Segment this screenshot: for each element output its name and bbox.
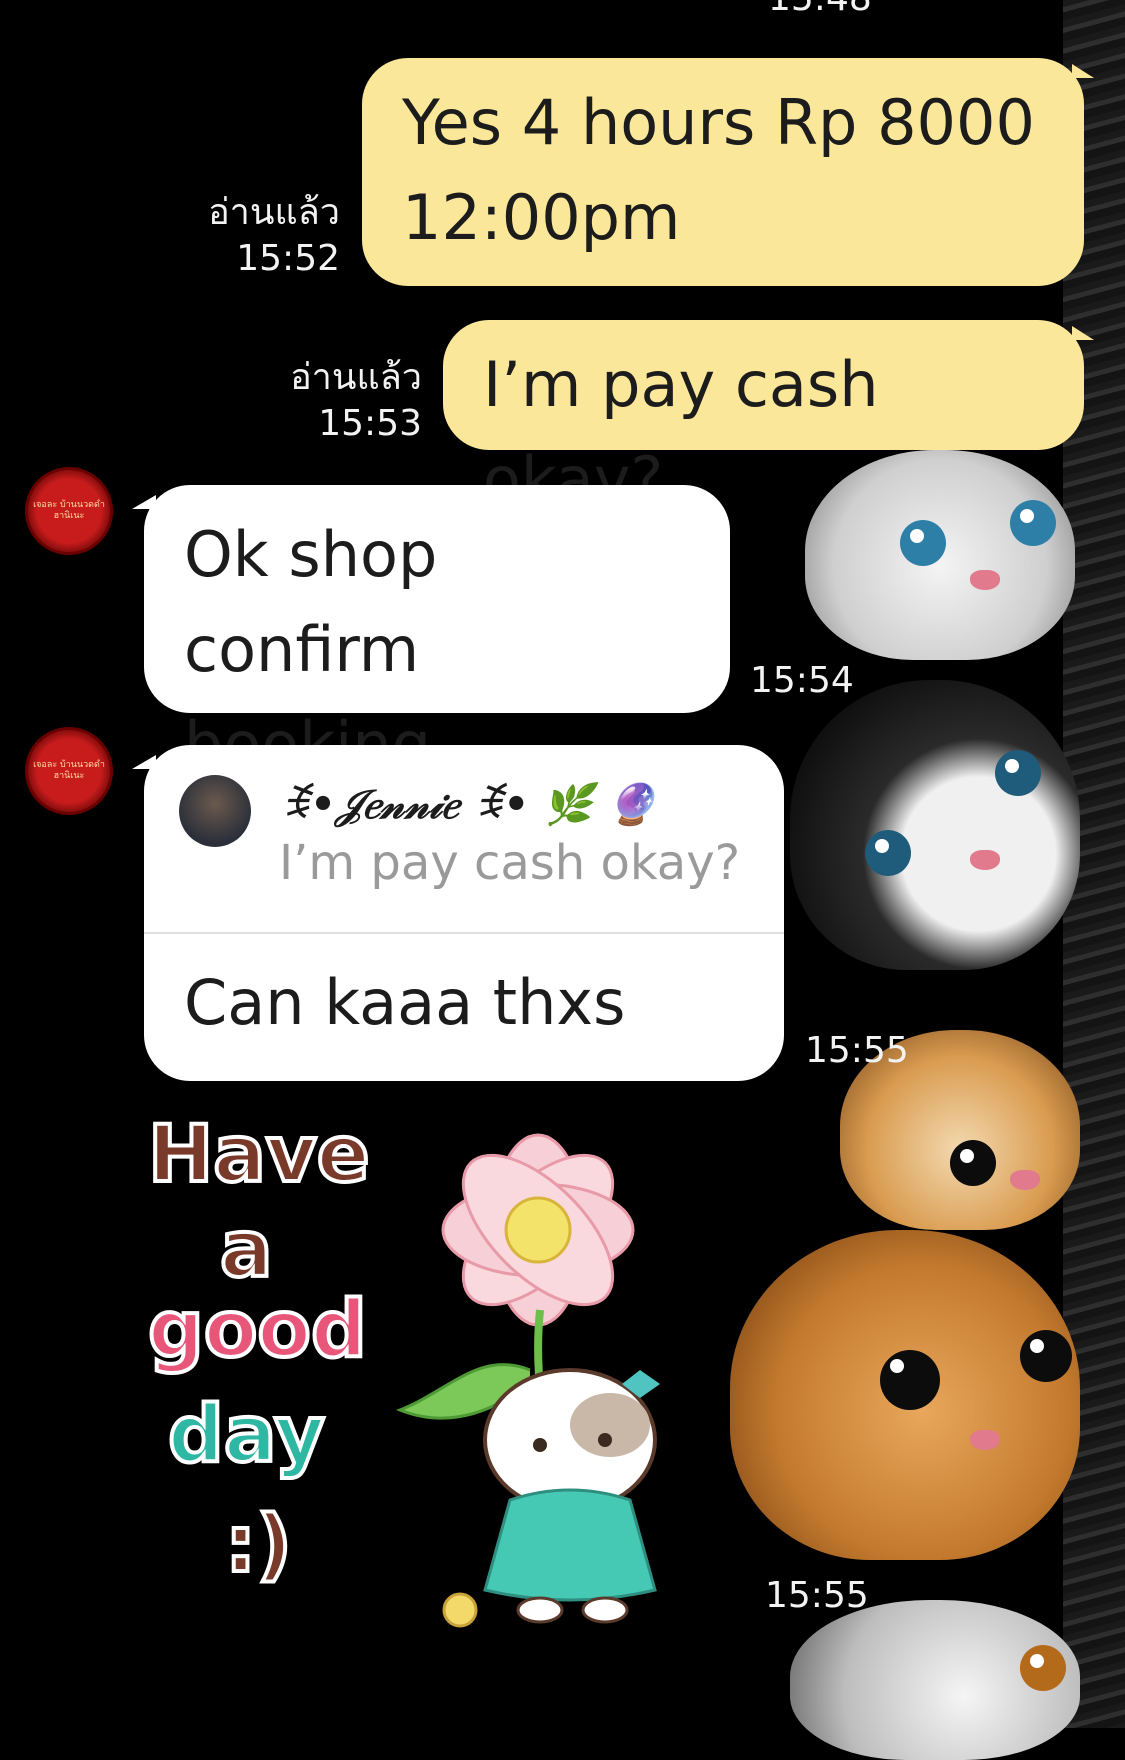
sticker-word-have: Have bbox=[146, 1108, 372, 1202]
read-label: อ่านแล้ว bbox=[208, 192, 340, 233]
message-time: 15:53 bbox=[318, 403, 422, 444]
previous-timestamp: 15:48 bbox=[768, 0, 872, 19]
quoted-text: I’m pay cash okay? bbox=[279, 835, 741, 891]
snail-icon bbox=[442, 1592, 478, 1628]
shop-avatar[interactable]: เจอละ บ้านนวดดำ ฮานิเนะ bbox=[25, 467, 113, 555]
black-white-kitten-decoration bbox=[790, 680, 1080, 970]
bubble-tail bbox=[1072, 64, 1094, 78]
message-line: Ok shop confirm bbox=[184, 518, 438, 686]
bubble-tail bbox=[1072, 326, 1094, 340]
sticker-word-good: good bbox=[146, 1283, 369, 1377]
read-label: อ่านแล้ว bbox=[290, 357, 422, 398]
flower-cat-illustration bbox=[395, 1133, 660, 1628]
bubble-tail bbox=[132, 755, 156, 769]
message-time: 15:55 bbox=[765, 1575, 869, 1616]
ginger-kitten-decoration bbox=[730, 1230, 1080, 1560]
message-line: Can kaaa thxs bbox=[184, 966, 626, 1039]
sticker-smiley: :) bbox=[223, 1498, 294, 1592]
flower-icon bbox=[441, 1133, 635, 1327]
message-time: 15:54 bbox=[750, 660, 854, 701]
incoming-message[interactable]: Ok shop confirm booking bbox=[132, 485, 730, 781]
divider bbox=[144, 932, 784, 934]
incoming-reply-message[interactable]: ꉂ•𝒥𝑒𝓃𝓃𝒾𝑒 ꉂ• 🌿 🔮 I’m pay cash okay? Can k… bbox=[132, 745, 784, 1081]
bubble-tail bbox=[132, 495, 156, 509]
avatar-label: เจอละ บ้านนวดดำ ฮานิเนะ bbox=[33, 760, 105, 781]
avatar-label: เจอละ บ้านนวดดำ ฮานิเนะ bbox=[33, 500, 105, 521]
have-a-good-day-sticker[interactable]: Have a good day :) bbox=[140, 1108, 740, 1650]
outgoing-message[interactable]: Yes 4 hours Rp 8000 12:00pm bbox=[362, 58, 1094, 286]
shop-avatar[interactable]: เจอละ บ้านนวดดำ ฮานิเนะ bbox=[25, 727, 113, 815]
message-time: 15:55 bbox=[805, 1030, 909, 1071]
quoted-author-name: ꉂ•𝒥𝑒𝓃𝓃𝒾𝑒 ꉂ• 🌿 🔮 bbox=[279, 781, 657, 828]
read-receipt: อ่านแล้ว 15:52 bbox=[190, 190, 340, 282]
sticker-word-a: a bbox=[218, 1203, 275, 1297]
read-receipt: อ่านแล้ว 15:53 bbox=[272, 355, 422, 447]
message-line: Yes 4 hours Rp 8000 bbox=[402, 86, 1035, 159]
message-line: 12:00pm bbox=[402, 181, 681, 254]
grey-kitten-decoration bbox=[790, 1600, 1080, 1760]
message-time: 15:52 bbox=[236, 238, 340, 279]
quoted-author-avatar bbox=[179, 775, 251, 847]
outgoing-message[interactable]: I’m pay cash okay? bbox=[443, 320, 1094, 516]
quoted-message[interactable]: ꉂ•𝒥𝑒𝓃𝓃𝒾𝑒 ꉂ• 🌿 🔮 I’m pay cash okay? bbox=[179, 775, 769, 891]
sticker-word-day: day bbox=[166, 1388, 327, 1482]
